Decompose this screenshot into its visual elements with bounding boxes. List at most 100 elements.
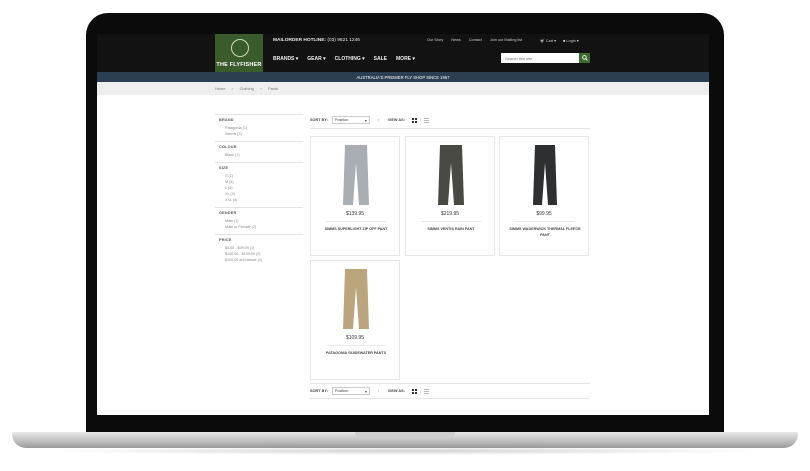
site-logo[interactable]: THE FLYFISHER <box>215 34 263 72</box>
breadcrumb-separator: » <box>259 86 263 91</box>
grid-view-icon[interactable] <box>411 388 417 394</box>
filter-size: SIZE S (1) M (4) L (4) XL (4) XXL (4) <box>215 162 303 207</box>
product-name[interactable]: SIMMS SUPERLIGHT ZIP OFF PANT <box>317 227 395 233</box>
fly-emblem-icon <box>231 39 249 57</box>
card-divider <box>326 221 386 222</box>
product-price: $219.95 <box>440 211 460 217</box>
filter-colour: COLOUR Black (1) <box>215 141 303 162</box>
nav-more[interactable]: MORE ▾ <box>396 56 415 62</box>
laptop-shadow <box>40 447 770 455</box>
link-news[interactable]: News <box>451 38 461 42</box>
filter-heading: SIZE <box>219 166 229 170</box>
nav-gear[interactable]: GEAR ▾ <box>307 56 325 62</box>
grid-view-icon[interactable] <box>411 117 417 123</box>
sort-direction-icon[interactable]: ↑ <box>378 118 380 122</box>
nav-more-label: MORE <box>396 56 412 62</box>
product-name[interactable]: PATAGONIA GUIDEWATER PANTS <box>317 351 395 357</box>
nav-brands-label: BRANDS <box>273 56 295 62</box>
login-link[interactable]: ■ Login ▾ <box>563 38 579 43</box>
pants-image <box>343 145 369 205</box>
pants-shape <box>343 269 369 329</box>
cart-link[interactable]: 🛒︎ Cart ▾ <box>540 38 556 43</box>
divider <box>310 398 590 399</box>
list-view-icon[interactable] <box>423 388 429 394</box>
product-price: $99.95 <box>536 211 552 217</box>
pants-shape <box>343 145 369 205</box>
product-card[interactable]: $99.95 SIMMS WADERWICK THERMAL FLEECE PA… <box>499 136 589 256</box>
filter-heading: GENDER <box>219 211 237 215</box>
search-icon <box>581 55 588 61</box>
product-price: $109.95 <box>345 335 365 341</box>
chevron-down-icon: ▾ <box>576 39 579 43</box>
filter-sidebar: BRAND Patagonia (1) Simms (3) COLOUR Bla… <box>215 114 303 267</box>
site-header: THE FLYFISHER MAILORDER HOTLINE: (03) 96… <box>97 34 709 72</box>
breadcrumb-clothing[interactable]: Clothing <box>240 86 254 91</box>
nav-sale[interactable]: SALE <box>374 56 387 62</box>
nav-brands[interactable]: BRANDS ▾ <box>273 56 298 62</box>
list-view-icon[interactable] <box>423 117 429 123</box>
filter-gender: GENDER Male (1) Male or Female (2) <box>215 207 303 234</box>
filter-brand: BRAND Patagonia (1) Simms (3) <box>215 114 303 141</box>
product-price: $139.95 <box>345 211 365 217</box>
filter-option[interactable]: XXL (4) <box>225 197 303 203</box>
laptop-notch <box>355 432 455 438</box>
filter-option[interactable]: Simms (3) <box>225 131 303 137</box>
filter-price: PRICE $0.00 - $99.99 (1) $100.00 - $199.… <box>215 234 303 267</box>
product-card[interactable]: $219.95 SIMMS VENTIS RAIN PANT <box>405 136 495 256</box>
sort-direction-icon[interactable]: ↑ <box>378 389 380 393</box>
view-label: VIEW AS: <box>387 118 405 122</box>
product-name[interactable]: SIMMS WADERWICK THERMAL FLEECE PANT <box>506 227 584 238</box>
view-label: VIEW AS: <box>387 389 405 393</box>
chevron-down-icon: ▾ <box>412 56 415 62</box>
link-our-story[interactable]: Our Story <box>427 38 443 42</box>
mailorder-hotline: MAILORDER HOTLINE: (03) 9621 1246 <box>273 38 360 43</box>
breadcrumb-separator: » <box>231 86 234 91</box>
chevron-down-icon: ▾ <box>364 117 367 123</box>
toolbar-bottom: SORT BY: Position ▾ ↑ VIEW AS: <box>310 386 590 396</box>
chevron-down-icon: ▾ <box>362 56 365 62</box>
browser-screen: THE FLYFISHER MAILORDER HOTLINE: (03) 96… <box>97 34 709 415</box>
pants-image <box>533 145 557 205</box>
divider <box>310 383 590 384</box>
filter-option[interactable]: Black (1) <box>225 152 303 158</box>
cart-label: Cart <box>545 39 554 43</box>
top-links: Our Story News Contact Join our Mailing … <box>427 38 522 42</box>
pants-image <box>343 269 369 329</box>
product-name[interactable]: SIMMS VENTIS RAIN PANT <box>412 227 490 233</box>
chevron-down-icon: ▾ <box>364 388 367 394</box>
nav-clothing[interactable]: CLOTHING ▾ <box>335 56 365 62</box>
filter-heading: PRICE <box>219 238 232 242</box>
toolbar-top: SORT BY: Position ▾ ↑ VIEW AS: <box>310 115 590 125</box>
nav-clothing-label: CLOTHING <box>334 56 361 62</box>
hotline-number: (03) 9621 1246 <box>327 38 360 43</box>
breadcrumb-current: Pants <box>268 86 278 91</box>
pants-image <box>438 145 464 205</box>
filter-option[interactable]: Male or Female (2) <box>225 224 303 230</box>
search-button[interactable] <box>579 53 590 63</box>
breadcrumb-bar: Home » Clothing » Pants <box>97 82 709 95</box>
breadcrumb-home[interactable]: Home <box>215 86 225 91</box>
chevron-down-icon: ▾ <box>323 56 326 62</box>
pants-shape <box>533 145 557 205</box>
nav-sale-label: SALE <box>373 56 388 62</box>
lock-icon: ■ <box>563 39 566 43</box>
filter-option[interactable]: $200.00 and above (1) <box>225 257 303 263</box>
sort-label: SORT BY: <box>310 118 328 122</box>
sort-label: SORT BY: <box>310 389 328 393</box>
search-input[interactable] <box>501 53 579 63</box>
card-divider <box>515 221 575 222</box>
chevron-down-icon: ▾ <box>554 39 557 43</box>
chevron-down-icon: ▾ <box>295 56 299 62</box>
pants-shape <box>438 145 464 205</box>
sort-value: Position <box>334 118 349 122</box>
link-contact[interactable]: Contact <box>469 38 482 42</box>
sort-select[interactable]: Position ▾ <box>331 116 370 124</box>
logo-text: THE FLYFISHER <box>216 62 262 68</box>
product-card[interactable]: $139.95 SIMMS SUPERLIGHT ZIP OFF PANT <box>310 136 400 256</box>
breadcrumb: Home » Clothing » Pants <box>215 86 278 91</box>
sort-value: Position <box>334 389 349 393</box>
nav-gear-label: GEAR <box>307 56 322 62</box>
link-mailing-list[interactable]: Join our Mailing list <box>490 38 522 42</box>
sort-select[interactable]: Position ▾ <box>331 387 370 395</box>
product-card[interactable]: $109.95 PATAGONIA GUIDEWATER PANTS <box>310 260 400 380</box>
